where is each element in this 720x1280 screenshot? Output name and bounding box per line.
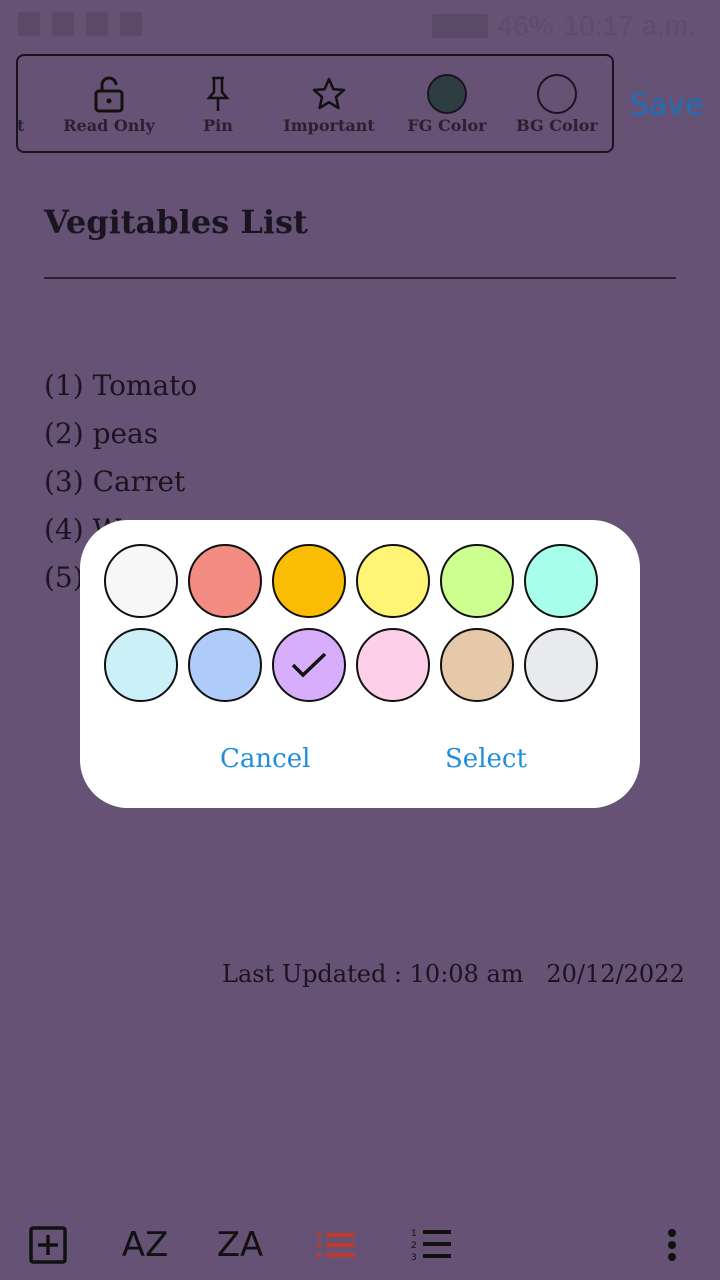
sort-az-button[interactable]: AZ: [120, 1220, 170, 1270]
last-updated: Last Updated : 10:08 am 20/12/2022: [222, 960, 685, 988]
notification-icons: [18, 12, 142, 36]
status-bar: 46% 10:17 a.m.: [0, 0, 720, 50]
color-swatch-pink[interactable]: [356, 628, 430, 702]
battery-percent: 46%: [497, 10, 554, 41]
list-item: (1) Tomato: [44, 369, 198, 402]
important-button[interactable]: Important: [274, 56, 384, 151]
bg-color-button[interactable]: BG Color: [502, 56, 612, 151]
last-updated-time: Last Updated : 10:08 am: [222, 960, 524, 988]
color-picker-dialog: Cancel Select: [80, 520, 640, 808]
cancel-button[interactable]: Cancel: [220, 744, 310, 774]
save-button[interactable]: Save: [630, 88, 704, 123]
color-swatch-gray[interactable]: [524, 628, 598, 702]
note-title[interactable]: Vegitables List: [44, 203, 308, 241]
note-toolbar: st Read Only Pin Important FG Color BG C…: [16, 54, 614, 153]
usb-icon: [18, 12, 40, 36]
clock: 10:17 a.m.: [563, 10, 696, 41]
list-item: (3) Carret: [44, 465, 186, 498]
title-divider: [44, 277, 676, 279]
read-only-button[interactable]: Read Only: [54, 56, 164, 151]
download-icon: [120, 12, 142, 36]
check-icon: [291, 652, 327, 678]
add-box-icon[interactable]: [28, 1220, 68, 1270]
bottom-toolbar: AZ ZA 1 2 3: [0, 1210, 720, 1280]
signal-icon: [431, 14, 488, 38]
color-swatch-teal[interactable]: [524, 544, 598, 618]
lock-open-icon: [89, 74, 129, 114]
color-swatch-brown[interactable]: [440, 628, 514, 702]
color-swatch-orange[interactable]: [272, 544, 346, 618]
color-swatch-white[interactable]: [104, 544, 178, 618]
list-item: (2) peas: [44, 417, 159, 450]
bulleted-list-icon[interactable]: [316, 1220, 356, 1270]
fg-color-swatch: [427, 74, 467, 114]
svg-text:2: 2: [411, 1241, 417, 1251]
svg-text:1: 1: [411, 1229, 417, 1239]
bg-color-swatch: [537, 74, 577, 114]
image-icon: [52, 12, 74, 36]
upload-icon: [86, 12, 108, 36]
color-swatch-light-blue[interactable]: [104, 628, 178, 702]
color-swatch-yellow[interactable]: [356, 544, 430, 618]
color-swatch-blue[interactable]: [188, 628, 262, 702]
star-icon: [309, 74, 349, 114]
bg-color-label: BG Color: [516, 116, 598, 135]
pin-icon: [198, 74, 238, 114]
fg-color-button[interactable]: FG Color: [392, 56, 502, 151]
select-button[interactable]: Select: [445, 744, 527, 774]
color-swatch-red[interactable]: [188, 544, 262, 618]
sort-za-button[interactable]: ZA: [215, 1220, 265, 1270]
color-swatch-purple[interactable]: [272, 628, 346, 702]
numbered-list-icon[interactable]: 1 2 3: [410, 1220, 452, 1270]
important-label: Important: [283, 116, 375, 135]
svg-text:3: 3: [411, 1253, 417, 1263]
last-updated-date: 20/12/2022: [546, 960, 685, 988]
status-right: 46% 10:17 a.m.: [431, 10, 696, 42]
more-vert-icon[interactable]: [660, 1220, 684, 1270]
color-swatch-green[interactable]: [440, 544, 514, 618]
pin-button[interactable]: Pin: [163, 56, 273, 151]
